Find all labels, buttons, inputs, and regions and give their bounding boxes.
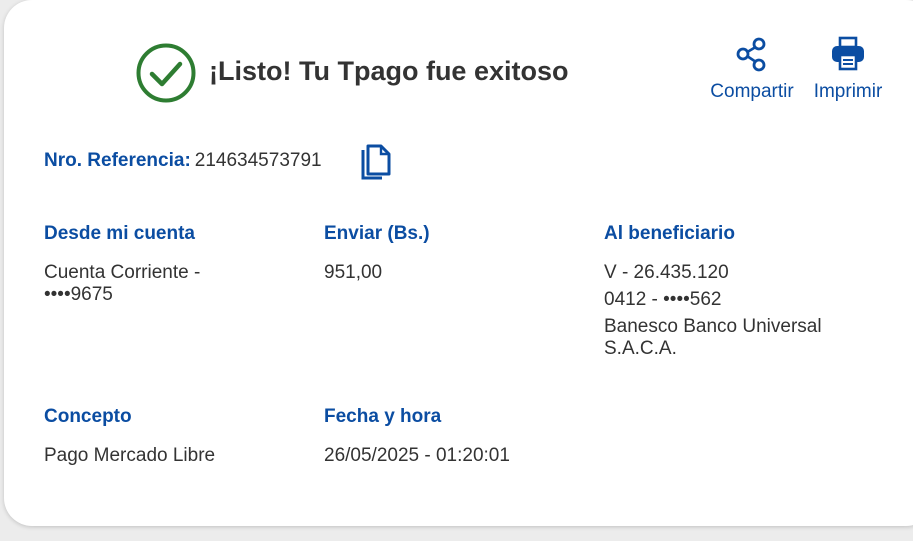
- print-button[interactable]: Imprimir: [809, 36, 887, 103]
- beneficiary-bank-name: Banesco Banco Universal: [604, 316, 822, 337]
- datetime-field: Fecha y hora 26/05/2025 - 01:20:01: [324, 406, 584, 467]
- reference-value: 214634573791: [194, 150, 322, 171]
- amount-label: Enviar (Bs.): [324, 223, 430, 244]
- beneficiary-label: Al beneficiario: [604, 223, 735, 244]
- reference-row: Nro. Referencia: 214634573791: [44, 150, 322, 172]
- beneficiary-field: Al beneficiario V - 26.435.120 0412 - ••…: [604, 223, 904, 360]
- print-label: Imprimir: [813, 81, 883, 102]
- concept-value: Pago Mercado Libre: [44, 445, 216, 466]
- share-icon: [736, 37, 766, 72]
- page-title: ¡Listo! Tu Tpago fue exitoso: [209, 56, 569, 86]
- datetime-value: 26/05/2025 - 01:20:01: [324, 445, 510, 466]
- origin-account-label: Desde mi cuenta: [44, 223, 195, 244]
- beneficiary-bank: Banesco Banco Universal S.A.C.A.: [604, 316, 904, 360]
- receipt-card: ¡Listo! Tu Tpago fue exitoso Compartir I…: [4, 0, 913, 526]
- datetime-label: Fecha y hora: [324, 406, 442, 427]
- concept-field: Concepto Pago Mercado Libre: [44, 406, 294, 467]
- origin-account-type: Cuenta Corriente -: [44, 262, 201, 283]
- concept-label: Concepto: [44, 406, 132, 427]
- amount-field: Enviar (Bs.) 951,00: [324, 223, 554, 284]
- printer-icon: [832, 36, 864, 71]
- beneficiary-phone: 0412 - ••••562: [604, 289, 722, 310]
- beneficiary-bank-suffix: S.A.C.A.: [604, 338, 677, 359]
- origin-account-number: ••••9675: [44, 284, 113, 305]
- share-button[interactable]: Compartir: [705, 36, 799, 103]
- origin-account-value: Cuenta Corriente - ••••9675: [44, 262, 274, 306]
- reference-label: Nro. Referencia:: [44, 150, 191, 171]
- beneficiary-id: V - 26.435.120: [604, 262, 729, 283]
- share-label: Compartir: [710, 81, 794, 102]
- beneficiary-value: V - 26.435.120 0412 - ••••562 Banesco Ba…: [604, 262, 904, 360]
- amount-value: 951,00: [324, 262, 383, 283]
- check-circle-icon: [136, 43, 196, 103]
- copy-icon[interactable]: [360, 144, 392, 182]
- origin-account-field: Desde mi cuenta Cuenta Corriente - ••••9…: [44, 223, 274, 306]
